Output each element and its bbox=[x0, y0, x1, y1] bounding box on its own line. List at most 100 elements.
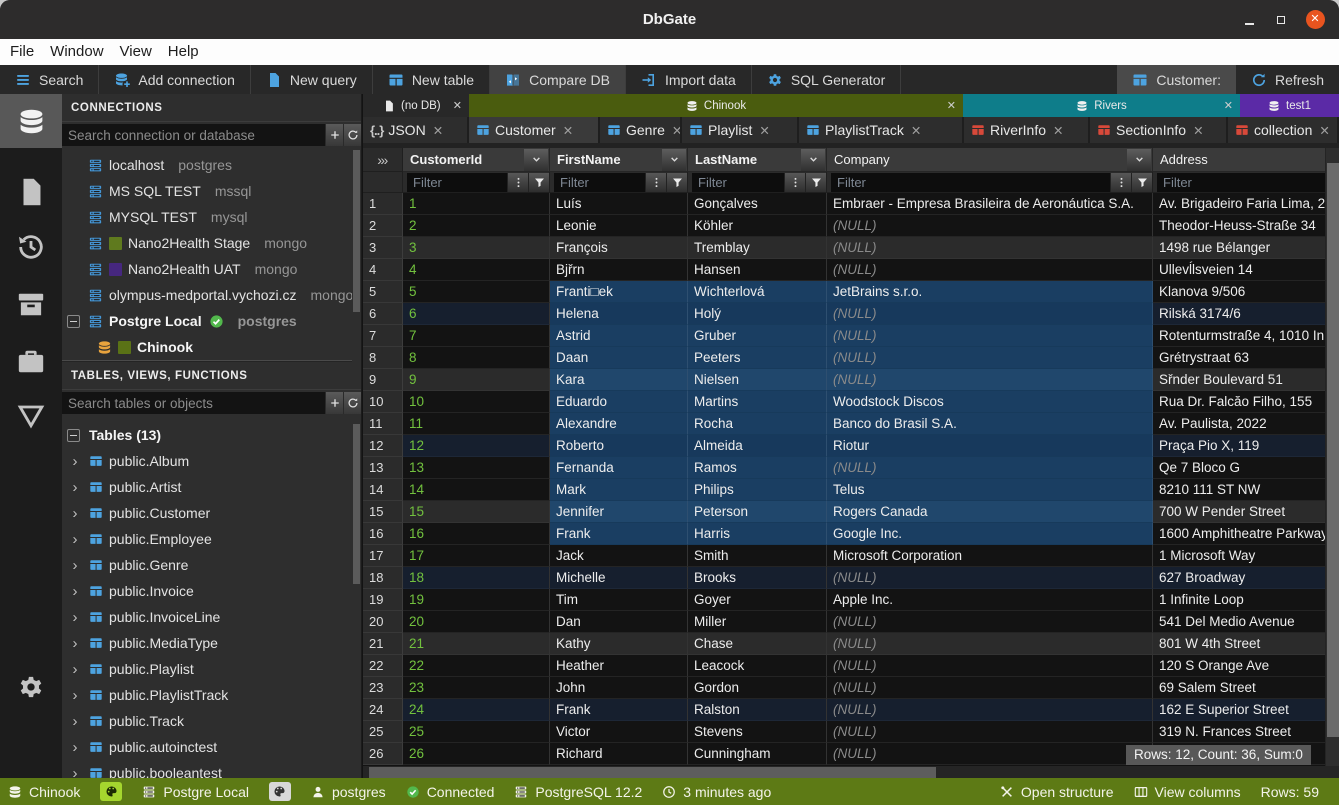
column-menu-button[interactable] bbox=[524, 149, 548, 171]
grid-cell[interactable]: Frank bbox=[550, 699, 688, 721]
grid-cell[interactable]: 7 bbox=[403, 325, 550, 347]
grid-cell[interactable]: Frank bbox=[550, 523, 688, 545]
grid-cell[interactable]: Klanova 9/506 bbox=[1153, 281, 1339, 303]
grid-cell[interactable]: Qe 7 Bloco G bbox=[1153, 457, 1339, 479]
grid-cell[interactable]: (NULL) bbox=[827, 721, 1153, 743]
grid-cell[interactable]: Woodstock Discos bbox=[827, 391, 1153, 413]
grid-cell[interactable]: (NULL) bbox=[827, 677, 1153, 699]
menu-view[interactable]: View bbox=[112, 39, 160, 65]
grid-cell[interactable]: Holý bbox=[688, 303, 827, 325]
grid-cell[interactable]: Telus bbox=[827, 479, 1153, 501]
grid-cell[interactable]: 17 bbox=[403, 545, 550, 567]
rail-file-button[interactable] bbox=[0, 165, 62, 219]
grid-cell[interactable]: Sřnder Boulevard 51 bbox=[1153, 369, 1339, 391]
row-number[interactable]: 13 bbox=[363, 457, 403, 479]
grid-cell[interactable]: 15 bbox=[403, 501, 550, 523]
tables-scrollbar[interactable] bbox=[352, 424, 361, 778]
menu-window[interactable]: Window bbox=[42, 39, 111, 65]
row-number[interactable]: 14 bbox=[363, 479, 403, 501]
grid-cell[interactable]: 10 bbox=[403, 391, 550, 413]
table-item[interactable]: ›public.Employee bbox=[62, 526, 361, 552]
toolbar-import-data-button[interactable]: Import data bbox=[626, 65, 752, 94]
close-icon[interactable]: ✕ bbox=[453, 99, 462, 112]
toolbar-customer--button[interactable]: Customer: bbox=[1117, 65, 1236, 94]
close-icon[interactable]: ✕ bbox=[759, 123, 769, 138]
grid-cell[interactable]: Kathy bbox=[550, 633, 688, 655]
toolbar-sql-generator-button[interactable]: SQL Generator bbox=[752, 65, 901, 94]
grid-cell[interactable]: 8 bbox=[403, 347, 550, 369]
grid-cell[interactable]: Rogers Canada bbox=[827, 501, 1153, 523]
grid-cell[interactable]: Av. Brigadeiro Faria Lima, 2170 bbox=[1153, 193, 1339, 215]
row-number[interactable]: 22 bbox=[363, 655, 403, 677]
rail-archive-button[interactable] bbox=[0, 277, 62, 331]
table-item[interactable]: ›public.InvoiceLine bbox=[62, 604, 361, 630]
grid-cell[interactable]: 1498 rue Bélanger bbox=[1153, 237, 1339, 259]
row-number[interactable]: 17 bbox=[363, 545, 403, 567]
column-header-LastName[interactable]: LastName bbox=[688, 148, 827, 172]
grid-cell[interactable]: Nielsen bbox=[688, 369, 827, 391]
vertical-scrollbar[interactable] bbox=[1325, 148, 1339, 766]
grid-cell[interactable]: Köhler bbox=[688, 215, 827, 237]
table-item[interactable]: ›public.Invoice bbox=[62, 578, 361, 604]
tab-group-Rivers[interactable]: Rivers✕ bbox=[963, 94, 1240, 117]
grid-cell[interactable]: Brooks bbox=[688, 567, 827, 589]
grid-cell[interactable]: Gordon bbox=[688, 677, 827, 699]
grid-cell[interactable]: Ramos bbox=[688, 457, 827, 479]
grid-cell[interactable]: 2 bbox=[403, 215, 550, 237]
grid-cell[interactable]: 16 bbox=[403, 523, 550, 545]
grid-cell[interactable]: Goyer bbox=[688, 589, 827, 611]
status-color-swatch[interactable] bbox=[100, 782, 122, 801]
grid-cell[interactable]: Apple Inc. bbox=[827, 589, 1153, 611]
grid-cell[interactable]: 11 bbox=[403, 413, 550, 435]
grid-cell[interactable]: 14 bbox=[403, 479, 550, 501]
connections-refresh-button[interactable] bbox=[343, 124, 361, 146]
grid-cell[interactable]: Michelle bbox=[550, 567, 688, 589]
rail-history-button[interactable] bbox=[0, 220, 62, 274]
grid-cell[interactable]: Ullevĺlsveien 14 bbox=[1153, 259, 1339, 281]
row-number[interactable]: 11 bbox=[363, 413, 403, 435]
close-icon[interactable]: ✕ bbox=[563, 123, 573, 138]
row-number[interactable]: 23 bbox=[363, 677, 403, 699]
grid-cell[interactable]: Leonie bbox=[550, 215, 688, 237]
rail-query-designer-button[interactable] bbox=[0, 389, 62, 443]
grid-cell[interactable]: Luís bbox=[550, 193, 688, 215]
connection-item[interactable]: Nano2Health UATmongo bbox=[62, 256, 361, 282]
chevron-right-icon[interactable]: › bbox=[68, 479, 82, 496]
row-number[interactable]: 21 bbox=[363, 633, 403, 655]
chevron-right-icon[interactable]: › bbox=[68, 661, 82, 678]
grid-cell[interactable]: (NULL) bbox=[827, 215, 1153, 237]
grid-cell[interactable]: Kara bbox=[550, 369, 688, 391]
grid-cell[interactable]: (NULL) bbox=[827, 325, 1153, 347]
grid-cell[interactable]: Jack bbox=[550, 545, 688, 567]
table-item[interactable]: ›public.Genre bbox=[62, 552, 361, 578]
grid-cell[interactable]: 9 bbox=[403, 369, 550, 391]
grid-cell[interactable]: (NULL) bbox=[827, 303, 1153, 325]
title-bar[interactable]: DbGate ✕ bbox=[0, 0, 1339, 39]
filter-funnel-button[interactable] bbox=[1131, 173, 1152, 192]
grid-cell[interactable]: Hansen bbox=[688, 259, 827, 281]
status-postgresql-12-2[interactable]: PostgreSQL 12.2 bbox=[514, 784, 642, 800]
status-chinook[interactable]: Chinook bbox=[8, 784, 80, 800]
column-header-FirstName[interactable]: FirstName bbox=[550, 148, 688, 172]
row-number[interactable]: 10 bbox=[363, 391, 403, 413]
minimize-button[interactable] bbox=[1234, 0, 1264, 39]
grid-cell[interactable]: 8210 111 ST NW bbox=[1153, 479, 1339, 501]
grid-cell[interactable]: 6 bbox=[403, 303, 550, 325]
grid-cell[interactable]: 3 bbox=[403, 237, 550, 259]
grid-cell[interactable]: 1 Microsoft Way bbox=[1153, 545, 1339, 567]
table-item[interactable]: ›public.Artist bbox=[62, 474, 361, 500]
status-rows-59[interactable]: Rows: 59 bbox=[1261, 784, 1319, 800]
table-item[interactable]: ›public.booleantest bbox=[62, 760, 361, 778]
close-icon[interactable]: ✕ bbox=[1053, 123, 1063, 138]
grid-cell[interactable]: Dan bbox=[550, 611, 688, 633]
tables-search-input[interactable] bbox=[62, 392, 325, 414]
grid-cell[interactable]: 13 bbox=[403, 457, 550, 479]
tab-Genre[interactable]: Genre✕ bbox=[600, 117, 682, 143]
filter-funnel-button[interactable] bbox=[528, 173, 549, 192]
filter-input[interactable] bbox=[831, 173, 1110, 192]
row-number[interactable]: 2 bbox=[363, 215, 403, 237]
grid-cell[interactable]: Mark bbox=[550, 479, 688, 501]
row-number[interactable]: 18 bbox=[363, 567, 403, 589]
row-number[interactable]: 15 bbox=[363, 501, 403, 523]
grid-cell[interactable]: (NULL) bbox=[827, 567, 1153, 589]
